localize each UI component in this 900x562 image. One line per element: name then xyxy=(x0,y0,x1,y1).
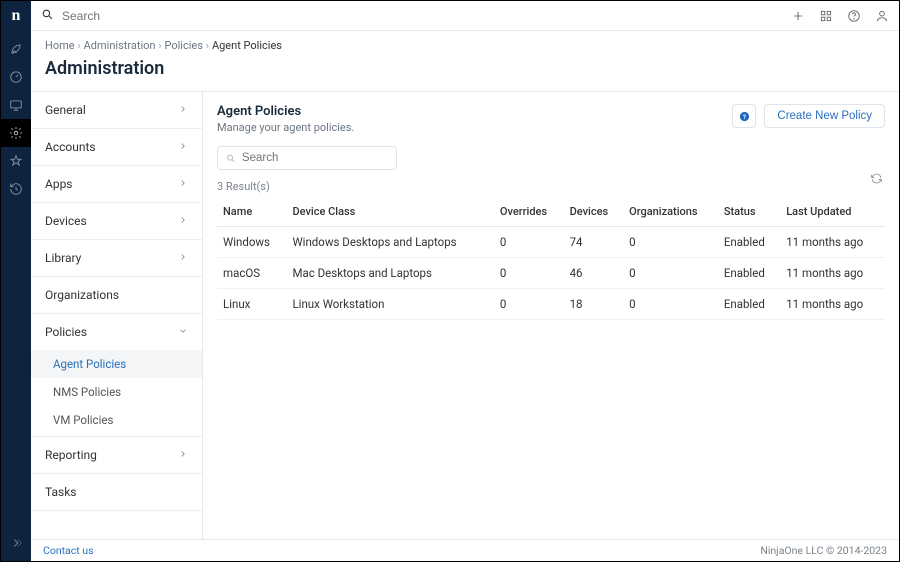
breadcrumb-current: Agent Policies xyxy=(212,39,282,52)
policies-table: Name Device Class Overrides Devices Orga… xyxy=(217,197,885,320)
nav-apps[interactable]: Apps xyxy=(31,166,202,203)
nav-reporting[interactable]: Reporting xyxy=(31,437,202,474)
nav-organizations[interactable]: Organizations xyxy=(31,277,202,314)
apps-grid-icon[interactable] xyxy=(819,9,833,23)
panel: Agent Policies Manage your agent policie… xyxy=(203,92,899,561)
gear-icon[interactable] xyxy=(1,119,31,147)
dashboard-icon[interactable] xyxy=(1,63,31,91)
panel-subheading: Manage your agent policies. xyxy=(217,121,354,134)
col-device-class[interactable]: Device Class xyxy=(286,197,493,227)
copyright: NinjaOne LLC © 2014-2023 xyxy=(760,544,887,557)
chevron-right-icon xyxy=(178,177,188,191)
logo: n xyxy=(12,7,21,25)
nav-vm-policies[interactable]: VM Policies xyxy=(31,406,202,434)
topbar xyxy=(31,1,899,31)
table-row[interactable]: WindowsWindows Desktops and Laptops0740E… xyxy=(217,227,885,258)
star-icon[interactable] xyxy=(1,147,31,175)
chevron-down-icon xyxy=(178,325,188,339)
nav-rail: n xyxy=(1,1,31,561)
global-search-input[interactable] xyxy=(62,9,262,23)
nav-policies[interactable]: Policies xyxy=(31,314,202,350)
col-devices[interactable]: Devices xyxy=(564,197,624,227)
monitor-icon[interactable] xyxy=(1,91,31,119)
help-icon[interactable] xyxy=(847,9,861,23)
create-new-policy-button[interactable]: Create New Policy xyxy=(764,104,885,128)
refresh-icon[interactable] xyxy=(870,170,883,189)
rocket-icon[interactable] xyxy=(1,35,31,63)
nav-general[interactable]: General xyxy=(31,92,202,129)
breadcrumb-admin[interactable]: Administration xyxy=(84,39,156,52)
footer: Contact us NinjaOne LLC © 2014-2023 xyxy=(31,539,899,561)
svg-text:?: ? xyxy=(743,112,746,120)
breadcrumb-home[interactable]: Home xyxy=(45,39,75,52)
nav-devices[interactable]: Devices xyxy=(31,203,202,240)
chevron-right-icon xyxy=(178,214,188,228)
breadcrumb-policies[interactable]: Policies xyxy=(164,39,202,52)
result-count: 3 Result(s) xyxy=(217,180,885,193)
col-organizations[interactable]: Organizations xyxy=(623,197,718,227)
chevron-right-icon xyxy=(178,103,188,117)
policy-search-input[interactable] xyxy=(242,152,388,164)
breadcrumb: Home›Administration›Policies›Agent Polic… xyxy=(31,31,899,52)
search-icon xyxy=(226,153,236,164)
page-title: Administration xyxy=(31,52,899,91)
policy-search[interactable] xyxy=(217,146,397,170)
col-name[interactable]: Name xyxy=(217,197,286,227)
chevron-right-icon xyxy=(178,140,188,154)
add-icon[interactable] xyxy=(791,9,805,23)
col-last-updated[interactable]: Last Updated xyxy=(780,197,885,227)
admin-sidenav: General Accounts Apps Devices Library Or… xyxy=(31,92,203,561)
search-icon xyxy=(41,6,54,25)
nav-library[interactable]: Library xyxy=(31,240,202,277)
chevron-right-icon xyxy=(178,251,188,265)
contact-link[interactable]: Contact us xyxy=(43,544,94,557)
nav-accounts[interactable]: Accounts xyxy=(31,129,202,166)
history-icon[interactable] xyxy=(1,175,31,203)
nav-agent-policies[interactable]: Agent Policies xyxy=(31,350,202,378)
help-info-button[interactable]: ? xyxy=(732,104,756,128)
table-row[interactable]: macOSMac Desktops and Laptops0460Enabled… xyxy=(217,258,885,289)
expand-rail-icon[interactable] xyxy=(1,533,31,561)
col-status[interactable]: Status xyxy=(718,197,780,227)
table-row[interactable]: LinuxLinux Workstation0180Enabled11 mont… xyxy=(217,289,885,320)
chevron-right-icon xyxy=(178,448,188,462)
user-icon[interactable] xyxy=(875,9,889,23)
nav-nms-policies[interactable]: NMS Policies xyxy=(31,378,202,406)
nav-tasks[interactable]: Tasks xyxy=(31,474,202,511)
col-overrides[interactable]: Overrides xyxy=(494,197,564,227)
panel-heading: Agent Policies xyxy=(217,104,354,119)
